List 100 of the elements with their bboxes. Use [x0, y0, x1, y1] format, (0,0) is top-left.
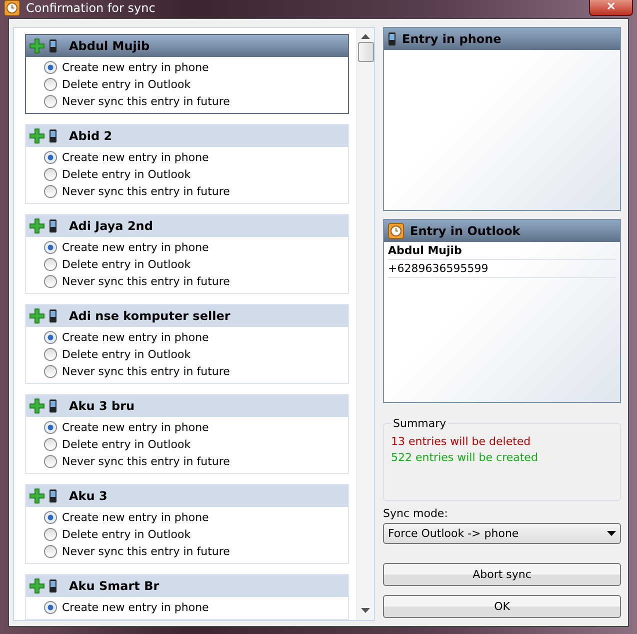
entry-card[interactable]: Abid 2 Create new entry in phone Delete entry in Outlook Never sync this entry in future [25, 124, 349, 204]
option-label: Create new entry in phone [62, 61, 209, 74]
phone-icon [49, 309, 57, 323]
radio-option[interactable]: Never sync this entry in future [44, 363, 348, 380]
dialog-button[interactable]: OK [383, 595, 621, 618]
entry-card[interactable]: Aku 3 bru Create new entry in phone Delete entry in Outlook Never sync this entry in future [25, 394, 349, 474]
option-label: Never sync this entry in future [62, 185, 230, 198]
radio-option[interactable]: Create new entry in phone [44, 149, 348, 166]
option-label: Delete entry in Outlook [62, 348, 191, 361]
plus-icon [29, 308, 45, 324]
radio-option[interactable]: Create new entry in phone [44, 59, 348, 76]
entry-card[interactable]: Abdul Mujib Create new entry in phone Delete entry in Outlook Never sync this entry in future [25, 34, 349, 114]
option-label: Create new entry in phone [62, 601, 209, 614]
radio-option[interactable]: Never sync this entry in future [44, 453, 348, 470]
radio-icon[interactable] [44, 61, 57, 74]
deleted-count: 13 entries will be deleted [391, 434, 532, 450]
contact-name: Abdul Mujib [388, 242, 616, 260]
clock-icon [4, 0, 20, 16]
entry-name: Adi nse komputer seller [69, 309, 230, 323]
radio-icon[interactable] [44, 421, 57, 434]
option-label: Create new entry in phone [62, 151, 209, 164]
plus-icon [29, 398, 45, 414]
radio-option[interactable]: Delete entry in Outlook [44, 436, 348, 453]
radio-option[interactable]: Create new entry in phone [44, 509, 348, 526]
option-label: Delete entry in Outlook [62, 438, 191, 451]
sync-mode-label: Sync mode: [383, 507, 449, 520]
dialog-button[interactable]: Abort sync [383, 563, 621, 586]
radio-icon[interactable] [44, 95, 57, 108]
radio-option[interactable]: Delete entry in Outlook [44, 76, 348, 93]
entry-name: Abid 2 [69, 129, 112, 143]
radio-icon[interactable] [44, 601, 57, 614]
option-label: Create new entry in phone [62, 331, 209, 344]
summary-title: Summary [392, 417, 448, 430]
entry-card[interactable]: Aku 3 Create new entry in phone Delete entry in Outlook Never sync this entry in future [25, 484, 349, 564]
entry-card[interactable]: Aku Smart Br Create new entry in phone [25, 574, 349, 620]
created-count: 522 entries will be created [391, 450, 539, 466]
entry-name: Adi Jaya 2nd [69, 219, 153, 233]
phone-icon [49, 489, 57, 503]
option-label: Delete entry in Outlook [62, 78, 191, 91]
radio-option[interactable]: Delete entry in Outlook [44, 166, 348, 183]
option-label: Never sync this entry in future [62, 545, 230, 558]
radio-icon[interactable] [44, 151, 57, 164]
radio-icon[interactable] [44, 528, 57, 541]
phone-icon [388, 32, 396, 46]
panel-title: Entry in Outlook [410, 224, 520, 238]
option-label: Never sync this entry in future [62, 95, 230, 108]
radio-option[interactable]: Create new entry in phone [44, 239, 348, 256]
radio-icon[interactable] [44, 365, 57, 378]
phone-icon [49, 399, 57, 413]
scroll-thumb[interactable] [358, 42, 374, 62]
radio-icon[interactable] [44, 348, 57, 361]
option-label: Create new entry in phone [62, 421, 209, 434]
radio-option[interactable]: Never sync this entry in future [44, 93, 348, 110]
entry-card[interactable]: Adi Jaya 2nd Create new entry in phone Delete entry in Outlook Never sync this entry in future [25, 214, 349, 294]
radio-icon[interactable] [44, 545, 57, 558]
radio-icon[interactable] [44, 331, 57, 344]
option-label: Delete entry in Outlook [62, 528, 191, 541]
contact-phone: +6289636595599 [388, 260, 616, 278]
option-label: Delete entry in Outlook [62, 168, 191, 181]
option-label: Never sync this entry in future [62, 275, 230, 288]
option-label: Create new entry in phone [62, 511, 209, 524]
entry-name: Aku 3 [69, 489, 108, 503]
radio-icon[interactable] [44, 438, 57, 451]
down-arrow-icon[interactable] [361, 608, 370, 614]
radio-icon[interactable] [44, 511, 57, 524]
radio-icon[interactable] [44, 168, 57, 181]
window-title: Confirmation for sync [26, 1, 156, 15]
entry-name: Aku 3 bru [69, 399, 135, 413]
plus-icon [29, 38, 45, 54]
sync-mode-dropdown[interactable]: Force Outlook -> phone [383, 523, 621, 544]
radio-option[interactable]: Create new entry in phone [44, 329, 348, 346]
plus-icon [29, 218, 45, 234]
plus-icon [29, 488, 45, 504]
entry-card[interactable]: Adi nse komputer seller Create new entry in phone Delete entry in Outlook Never sync this entry in future [25, 304, 349, 384]
radio-icon[interactable] [44, 78, 57, 91]
option-label: Never sync this entry in future [62, 365, 230, 378]
phone-icon [49, 219, 57, 233]
radio-icon[interactable] [44, 185, 57, 198]
phone-icon [49, 579, 57, 593]
option-label: Delete entry in Outlook [62, 258, 191, 271]
entry-name: Aku Smart Br [69, 579, 160, 593]
up-arrow-icon[interactable] [361, 34, 370, 40]
radio-icon[interactable] [44, 455, 57, 468]
radio-option[interactable]: Never sync this entry in future [44, 273, 348, 290]
radio-option[interactable]: Delete entry in Outlook [44, 256, 348, 273]
radio-icon[interactable] [44, 275, 57, 288]
radio-icon[interactable] [44, 241, 57, 254]
scrollbar[interactable] [356, 28, 374, 620]
radio-option[interactable]: Never sync this entry in future [44, 543, 348, 560]
radio-option[interactable]: Delete entry in Outlook [44, 346, 348, 363]
radio-option[interactable]: Delete entry in Outlook [44, 526, 348, 543]
entry-name: Abdul Mujib [69, 39, 150, 53]
radio-option[interactable]: Never sync this entry in future [44, 183, 348, 200]
option-label: Never sync this entry in future [62, 455, 230, 468]
plus-icon [29, 128, 45, 144]
radio-option[interactable]: Create new entry in phone [44, 419, 348, 436]
phone-icon [49, 129, 57, 143]
radio-icon[interactable] [44, 258, 57, 271]
plus-icon [29, 578, 45, 594]
radio-option[interactable]: Create new entry in phone [44, 599, 348, 616]
